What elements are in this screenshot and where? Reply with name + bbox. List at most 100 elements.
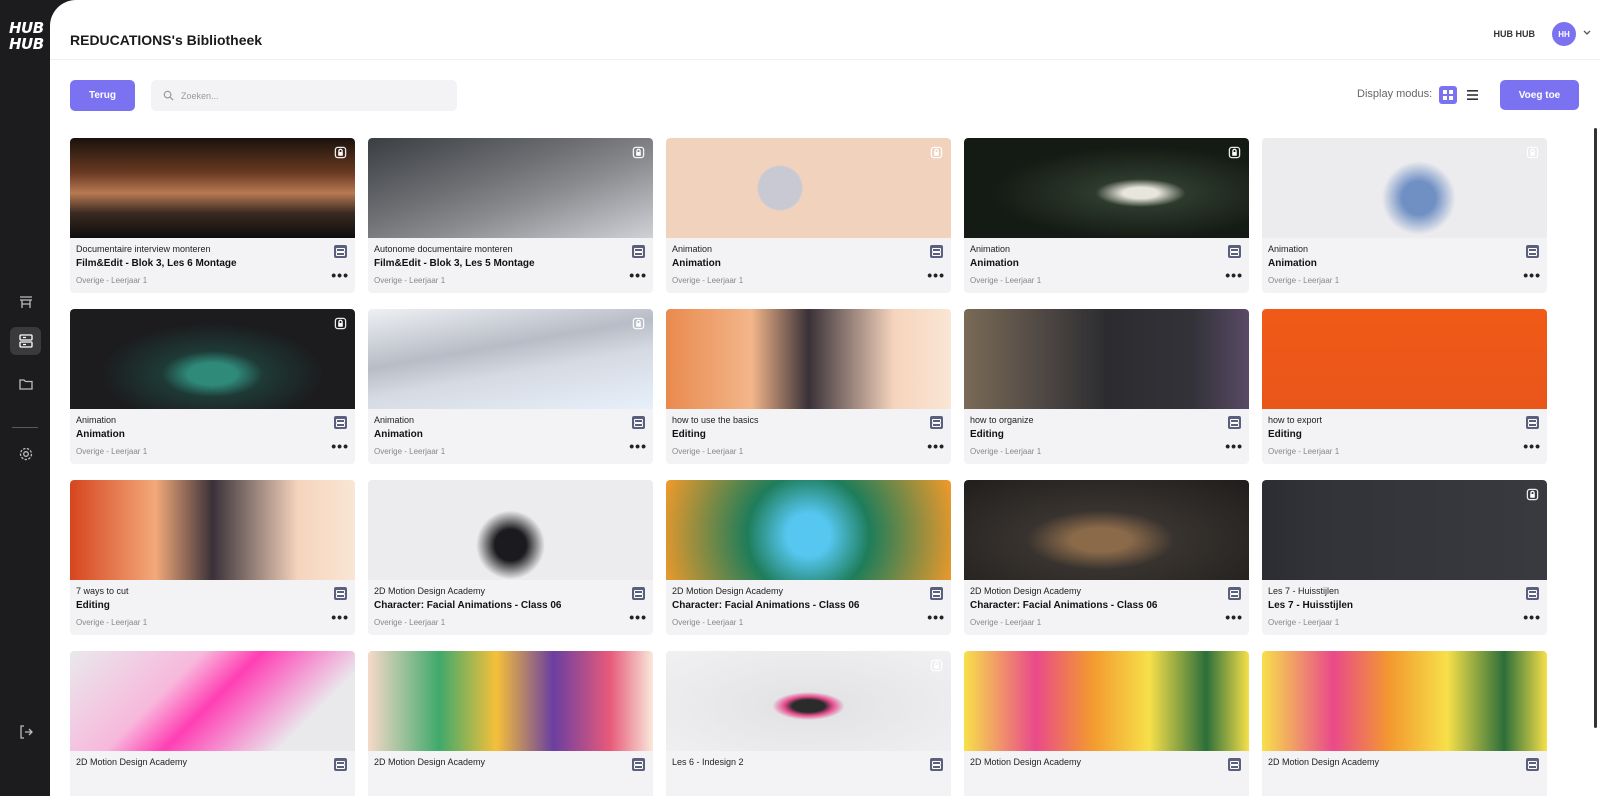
more-options-icon[interactable]: ••• (331, 610, 349, 624)
card-title: Character: Facial Animations - Class 06 (374, 600, 562, 611)
card-thumbnail[interactable] (70, 138, 355, 238)
card-subtitle: Animation (76, 415, 117, 425)
card-title: Editing (970, 429, 1004, 440)
card-thumbnail[interactable] (368, 138, 653, 238)
card-thumbnail[interactable] (70, 480, 355, 580)
library-card[interactable]: Les 7 - Huisstijlen Les 7 - Huisstijlen Ov… (1262, 480, 1547, 635)
hub-logo[interactable]: HUB HUB (9, 20, 44, 53)
card-thumbnail[interactable] (1262, 138, 1547, 238)
library-card[interactable]: Animation Animation Overige - Leerjaar 1 ••… (368, 309, 653, 464)
library-card[interactable]: how to use the basics Editing Overige - Le… (666, 309, 951, 464)
card-thumbnail[interactable] (368, 651, 653, 751)
library-card[interactable]: how to organize Editing Overige - Leerjaar… (964, 309, 1249, 464)
back-button[interactable]: Terug (70, 80, 135, 111)
card-thumbnail[interactable] (666, 651, 951, 751)
logo-line-2: HUB (9, 35, 44, 53)
chevron-down-icon[interactable] (1582, 29, 1592, 37)
scrollbar[interactable] (1594, 128, 1597, 728)
library-type-icon (1526, 587, 1539, 600)
more-options-icon[interactable]: ••• (927, 268, 945, 282)
sidebar-item-board[interactable] (10, 288, 41, 316)
card-subtitle: 2D Motion Design Academy (970, 586, 1082, 596)
lock-icon (1526, 488, 1539, 501)
card-thumbnail[interactable] (964, 480, 1249, 580)
card-thumbnail[interactable] (964, 651, 1249, 751)
card-title: Editing (1268, 429, 1302, 440)
more-options-icon[interactable]: ••• (927, 610, 945, 624)
card-thumbnail[interactable] (368, 309, 653, 409)
card-thumbnail[interactable] (368, 480, 653, 580)
search-box[interactable] (151, 80, 457, 111)
library-type-icon (930, 416, 943, 429)
sidebar-item-logout[interactable] (10, 718, 41, 746)
library-type-icon (1228, 758, 1241, 771)
more-options-icon[interactable]: ••• (629, 439, 647, 453)
more-options-icon[interactable]: ••• (331, 439, 349, 453)
library-card[interactable]: how to export Editing Overige - Leerjaar 1… (1262, 309, 1547, 464)
sidebar: HUB HUB (0, 0, 50, 796)
search-input[interactable] (181, 80, 441, 111)
avatar[interactable]: HH (1552, 22, 1576, 46)
card-thumbnail[interactable] (1262, 309, 1547, 409)
card-subtitle: Les 6 - Indesign 2 (672, 757, 744, 767)
library-type-icon (632, 416, 645, 429)
display-mode-label: Display modus: (1357, 88, 1433, 100)
library-card[interactable]: Animation Animation Overige - Leerjaar 1 ••… (964, 138, 1249, 293)
more-options-icon[interactable]: ••• (1523, 610, 1541, 624)
library-card[interactable]: Documentaire interview monteren Film&Edit… (70, 138, 355, 293)
more-options-icon[interactable]: ••• (1523, 439, 1541, 453)
sidebar-item-library[interactable] (10, 327, 41, 355)
more-options-icon[interactable]: ••• (331, 268, 349, 282)
card-thumbnail[interactable] (1262, 480, 1547, 580)
more-options-icon[interactable]: ••• (1225, 439, 1243, 453)
library-type-icon (632, 758, 645, 771)
library-card[interactable]: 2D Motion Design Academy Character: Facia… (368, 480, 653, 635)
lock-icon (632, 317, 645, 330)
card-meta: Overige - Leerjaar 1 (970, 618, 1042, 627)
library-card[interactable]: 2D Motion Design Academy (964, 651, 1249, 796)
list-view-button[interactable] (1463, 86, 1481, 104)
more-options-icon[interactable]: ••• (1225, 268, 1243, 282)
lock-icon (1526, 146, 1539, 159)
lock-icon (632, 146, 645, 159)
card-thumbnail[interactable] (964, 309, 1249, 409)
card-thumbnail[interactable] (666, 138, 951, 238)
more-options-icon[interactable]: ••• (927, 439, 945, 453)
card-thumbnail[interactable] (666, 309, 951, 409)
sidebar-item-settings[interactable] (10, 440, 41, 468)
library-type-icon (334, 245, 347, 258)
card-subtitle: 2D Motion Design Academy (1268, 757, 1380, 767)
library-card[interactable]: Autonome documentaire monteren Film&Edit … (368, 138, 653, 293)
sidebar-divider (12, 427, 38, 428)
library-card[interactable]: Animation Animation Overige - Leerjaar 1 ••… (1262, 138, 1547, 293)
user-name[interactable]: HUB HUB (1494, 29, 1536, 39)
library-card[interactable]: 7 ways to cut Editing Overige - Leerjaar 1… (70, 480, 355, 635)
card-subtitle: how to use the basics (672, 415, 759, 425)
card-thumbnail[interactable] (964, 138, 1249, 238)
card-thumbnail[interactable] (70, 309, 355, 409)
card-thumbnail[interactable] (666, 480, 951, 580)
library-card[interactable]: Animation Animation Overige - Leerjaar 1 ••… (666, 138, 951, 293)
card-thumbnail[interactable] (70, 651, 355, 751)
more-options-icon[interactable]: ••• (1225, 610, 1243, 624)
library-card[interactable]: 2D Motion Design Academy (1262, 651, 1547, 796)
card-meta: Overige - Leerjaar 1 (1268, 276, 1340, 285)
library-card[interactable]: Les 6 - Indesign 2 (666, 651, 951, 796)
lock-icon (334, 317, 347, 330)
more-options-icon[interactable]: ••• (629, 268, 647, 282)
grid-view-button[interactable] (1439, 86, 1457, 104)
sidebar-item-folder[interactable] (10, 370, 41, 398)
library-card[interactable]: Animation Animation Overige - Leerjaar 1 ••… (70, 309, 355, 464)
card-subtitle: 2D Motion Design Academy (672, 586, 784, 596)
library-card[interactable]: 2D Motion Design Academy (368, 651, 653, 796)
card-meta: Overige - Leerjaar 1 (1268, 447, 1340, 456)
library-card[interactable]: 2D Motion Design Academy (70, 651, 355, 796)
library-card[interactable]: 2D Motion Design Academy Character: Facia… (964, 480, 1249, 635)
card-thumbnail[interactable] (1262, 651, 1547, 751)
more-options-icon[interactable]: ••• (629, 610, 647, 624)
library-type-icon (334, 758, 347, 771)
add-button[interactable]: Voeg toe (1500, 80, 1579, 110)
card-subtitle: how to export (1268, 415, 1323, 425)
more-options-icon[interactable]: ••• (1523, 268, 1541, 282)
library-card[interactable]: 2D Motion Design Academy Character: Facia… (666, 480, 951, 635)
